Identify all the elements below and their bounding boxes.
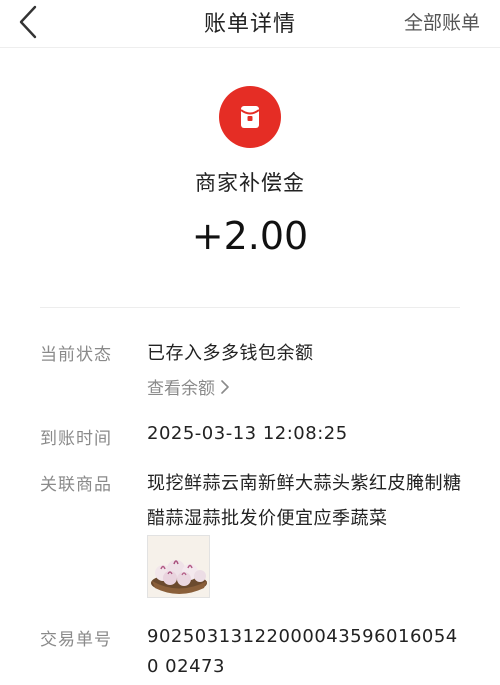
transaction-amount: +2.00 [191,214,309,258]
arrival-time-label: 到账时间 [40,429,112,449]
order-number-label: 交易单号 [40,630,112,650]
all-bills-link[interactable]: 全部账单 [404,8,480,35]
related-product-label: 关联商品 [40,475,112,495]
chevron-right-icon [221,379,229,394]
top-nav-bar: 账单详情 全部账单 [0,0,500,48]
product-thumbnail[interactable] [147,535,210,598]
arrival-time-value: 2025-03-13 12:08:25 [147,423,348,444]
section-divider [40,307,460,308]
related-product-name[interactable]: 现挖鲜蒜云南新鲜大蒜头紫红皮腌制糖醋蒜湿蒜批发价便宜应季蔬菜 [147,466,467,536]
view-balance-link[interactable]: 查看余额 [147,374,231,399]
transaction-type-title: 商家补偿金 [195,171,305,195]
status-value: 已存入多多钱包余额 [147,343,314,364]
view-balance-label: 查看余额 [147,379,215,399]
order-number-value: 902503131220000435960160540 02473 [147,626,458,677]
red-packet-icon [219,86,281,148]
garlic-basket-image [148,536,209,597]
status-label: 当前状态 [40,345,112,365]
